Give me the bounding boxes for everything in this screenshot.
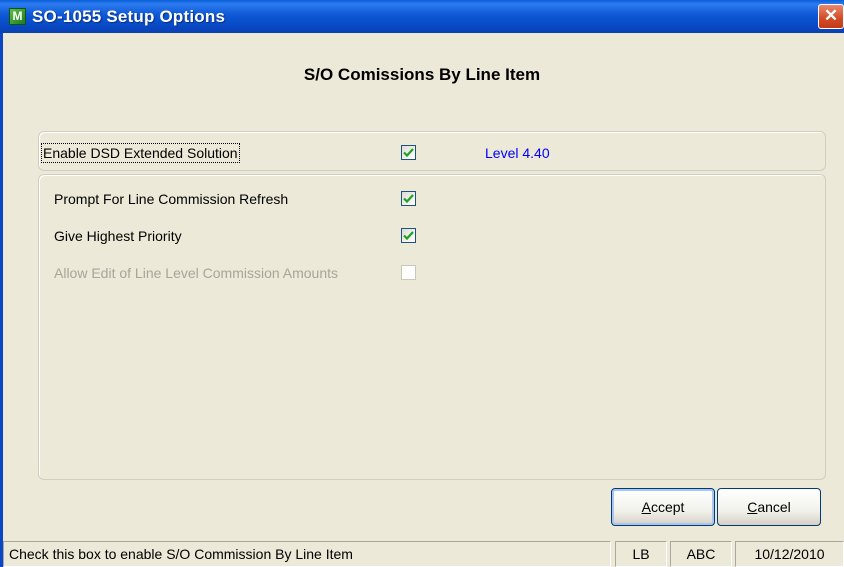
highest-priority-label[interactable]: Give Highest Priority (54, 228, 182, 244)
checkmark-icon (403, 231, 414, 241)
highest-priority-checkbox[interactable] (401, 228, 416, 243)
window-title: SO-1055 Setup Options (32, 7, 226, 26)
checkmark-icon (403, 194, 414, 204)
cancel-button[interactable]: Cancel (717, 488, 821, 526)
status-message: Check this box to enable S/O Commission … (3, 541, 611, 567)
status-user: LB (615, 541, 667, 567)
status-bar: Check this box to enable S/O Commission … (3, 541, 844, 567)
enable-dsd-checkbox[interactable] (401, 145, 416, 160)
enable-dsd-label[interactable]: Enable DSD Extended Solution (41, 143, 240, 163)
options-panel (38, 174, 826, 480)
status-company: ABC (670, 541, 732, 567)
app-icon[interactable]: M (9, 8, 26, 25)
status-date: 10/12/2010 (735, 541, 844, 567)
allow-edit-checkbox (401, 265, 416, 280)
close-button[interactable]: ✕ (818, 4, 844, 29)
checkmark-icon (403, 148, 414, 158)
allow-edit-label: Allow Edit of Line Level Commission Amou… (54, 265, 339, 281)
accept-button[interactable]: Accept (611, 488, 715, 526)
title-bar[interactable]: M SO-1055 Setup Options ✕ (0, 0, 844, 33)
page-title: S/O Comissions By Line Item (303, 65, 541, 84)
prompt-refresh-checkbox[interactable] (401, 191, 416, 206)
prompt-refresh-label[interactable]: Prompt For Line Commission Refresh (54, 191, 288, 207)
version-level-label: Level 4.40 (485, 145, 550, 161)
close-icon: ✕ (823, 6, 839, 25)
